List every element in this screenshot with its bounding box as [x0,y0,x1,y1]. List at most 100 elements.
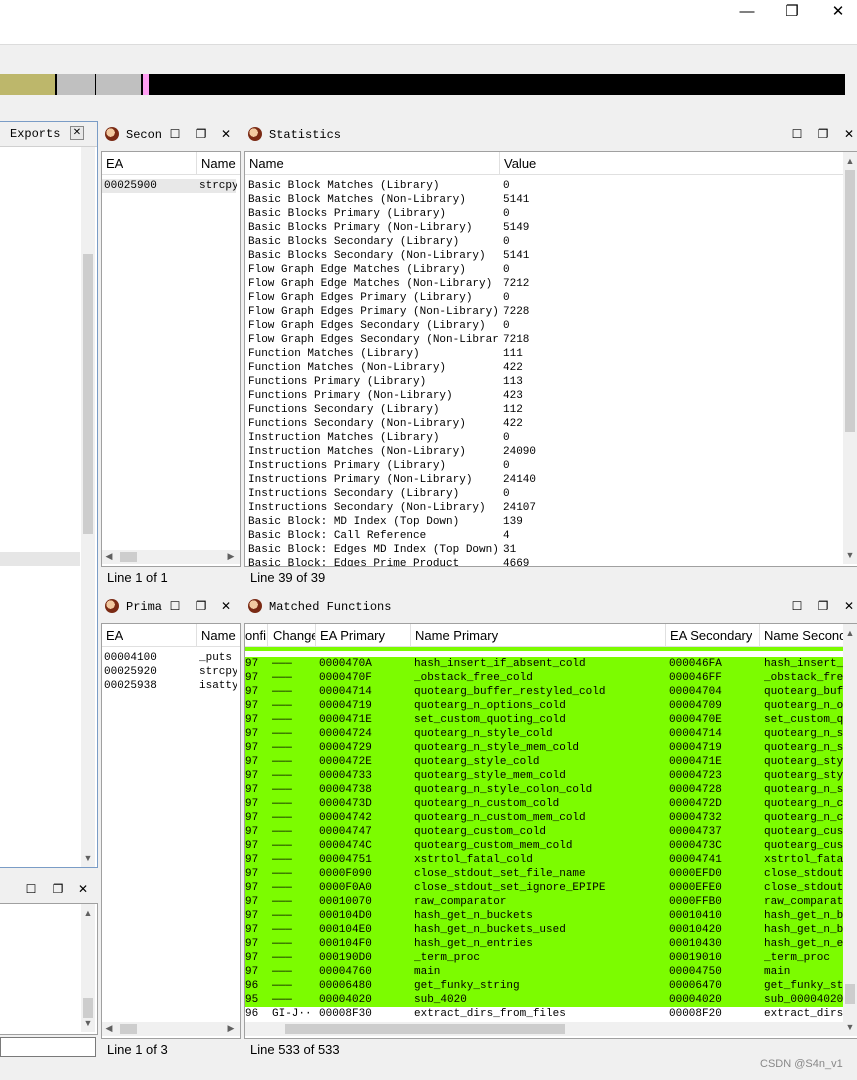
column-ea[interactable]: EA [106,628,123,643]
table-row[interactable]: Basic Block: Call Reference 4 [245,529,843,543]
table-row[interactable]: 97 ——— 0000F090 close_stdout_set_file_name 0… [245,867,845,881]
exports-close-icon[interactable]: ✕ [70,126,84,140]
scroll-up-icon[interactable]: ▲ [81,908,95,918]
table-row[interactable]: Basic Block: MD Index (Top Down) 139 [245,515,843,529]
bottom-left-input[interactable] [0,1037,96,1057]
exports-selected-row[interactable] [0,552,80,566]
scroll-left-icon[interactable]: ◀ [102,551,116,562]
table-row[interactable]: Basic Block: Edges MD Index (Top Down) 31 [245,543,843,557]
maximize-icon[interactable]: ☐ [790,127,804,141]
secondary-hscroll[interactable]: ◀ ▶ [102,550,240,564]
matched-vscroll[interactable]: ▲ ▼ [843,624,857,1036]
scroll-down-icon[interactable]: ▼ [843,550,857,560]
table-row[interactable]: Basic Blocks Primary (Library) 0 [245,207,843,221]
close-icon[interactable]: ✕ [842,127,856,141]
float-icon[interactable]: ❐ [194,127,208,141]
column-name[interactable]: Name [201,156,236,171]
table-row[interactable]: Basic Block Matches (Non-Library) 5141 [245,193,843,207]
table-row[interactable]: Flow Graph Edges Primary (Library) 0 [245,291,843,305]
scroll-down-icon[interactable]: ▼ [81,1018,95,1028]
table-row[interactable]: 97 ——— 000190D0 _term_proc 00019010 _term_pro… [245,951,845,965]
float-icon[interactable]: ❐ [194,599,208,613]
table-row[interactable]: Instructions Primary (Non-Library) 24140 [245,473,843,487]
bottom-left-vscroll[interactable]: ▲ ▼ [81,904,95,1032]
scroll-right-icon[interactable]: ▶ [224,551,238,562]
table-row[interactable]: 97 ——— 0000470F _obstack_free_cold 000046FF _… [245,671,845,685]
float-icon[interactable]: ❐ [816,599,830,613]
table-row[interactable]: 00025900 strcpy [102,179,237,193]
scroll-up-icon[interactable]: ▲ [843,628,857,638]
exports-scroll-thumb[interactable] [83,254,93,534]
table-row[interactable]: 96 ——— 00006480 get_funky_string 00006470 get… [245,979,845,993]
table-row[interactable]: 00025920 strcpy [102,665,237,679]
column-name[interactable]: Name [201,628,236,643]
statistics-vscroll[interactable]: ▲ ▼ [843,152,857,564]
table-row[interactable]: 97 ——— 000104E0 hash_get_n_buckets_used 0001… [245,923,845,937]
maximize-icon[interactable]: ☐ [790,599,804,613]
scroll-right-icon[interactable]: ▶ [224,1023,238,1034]
scroll-left-icon[interactable]: ◀ [102,1023,116,1034]
table-row[interactable]: Basic Blocks Secondary (Non-Library) 5141 [245,249,843,263]
table-row[interactable]: Instruction Matches (Library) 0 [245,431,843,445]
column-name[interactable]: Name [249,156,284,171]
column-name-primary[interactable]: Name Primary [415,628,498,643]
table-row[interactable]: Basic Blocks Primary (Non-Library) 5149 [245,221,843,235]
table-row[interactable]: Functions Primary (Library) 113 [245,375,843,389]
float-icon[interactable]: ❐ [816,127,830,141]
table-row[interactable]: 97 ——— 0000474C quotearg_custom_mem_cold 000… [245,839,845,853]
table-row[interactable]: Function Matches (Non-Library) 422 [245,361,843,375]
maximize-icon[interactable]: ☐ [168,127,182,141]
table-row[interactable]: Instructions Primary (Library) 0 [245,459,843,473]
maximize-icon[interactable]: ☐ [168,599,182,613]
table-row[interactable]: 97 ——— 00010070 raw_comparator 0000FFB0 raw_c… [245,895,845,909]
scroll-down-icon[interactable]: ▼ [843,1022,857,1032]
table-row[interactable]: 95 ——— 00004020 sub_4020 00004020 sub_0000402… [245,993,845,1007]
table-row[interactable]: Flow Graph Edges Secondary (Library) 0 [245,319,843,333]
table-row[interactable]: Flow Graph Edge Matches (Library) 0 [245,263,843,277]
float-icon[interactable]: ❐ [51,882,65,896]
close-button[interactable]: ✕ [826,2,850,22]
maximize-button[interactable]: ❐ [780,2,804,22]
navigation-band[interactable] [0,74,845,95]
table-row[interactable]: 97 ——— 0000471E set_custom_quoting_cold 0000… [245,713,845,727]
column-confidence[interactable]: onfi [245,628,266,643]
table-row[interactable]: Flow Graph Edges Primary (Non-Library) 72… [245,305,843,319]
table-row[interactable]: 97 ——— 00004760 main 00004750 main [245,965,845,979]
close-icon[interactable]: ✕ [76,882,90,896]
table-row[interactable]: 00004100 _puts [102,651,236,665]
table-row[interactable]: 97 ——— 0000472E quotearg_style_cold 0000471E… [245,755,845,769]
column-name-secondary[interactable]: Name Second [764,628,844,643]
table-row[interactable]: 97 ——— 00004742 quotearg_n_custom_mem_cold 0… [245,811,845,825]
table-row[interactable]: 97 ——— 00004751 xstrtol_fatal_cold 00004741 x… [245,853,845,867]
scroll-thumb[interactable] [845,984,855,1004]
table-row[interactable]: 97 ——— 000104F0 hash_get_n_entries 00010430 h… [245,937,845,951]
scroll-thumb[interactable] [285,1024,565,1034]
scroll-thumb[interactable] [845,170,855,432]
scroll-thumb[interactable] [120,1024,137,1034]
table-row[interactable]: 97 ——— 0000470A hash_insert_if_absent_cold 0… [245,657,845,671]
primary-hscroll[interactable]: ◀ ▶ [102,1022,240,1036]
table-row[interactable]: Basic Block: Edges Prime Product 4669 [245,557,843,566]
table-row[interactable]: Functions Secondary (Library) 112 [245,403,843,417]
table-row[interactable]: Function Matches (Library) 111 [245,347,843,361]
table-row[interactable]: 97 ——— 00004747 quotearg_custom_cold 0000473… [245,825,845,839]
table-row[interactable]: Functions Primary (Non-Library) 423 [245,389,843,403]
column-ea-primary[interactable]: EA Primary [320,628,385,643]
table-row[interactable]: 96 GI-J··· 00008F30 extract_dirs_from_files… [245,1007,845,1021]
matched-hscroll[interactable] [245,1022,843,1036]
table-row[interactable]: Instructions Secondary (Non-Library) 2410… [245,501,843,515]
table-row[interactable]: Functions Secondary (Non-Library) 422 [245,417,843,431]
close-icon[interactable]: ✕ [842,599,856,613]
table-row[interactable]: 97 ——— 0000F0A0 close_stdout_set_ignore_EPI… [245,881,845,895]
table-row[interactable]: 97 ——— 00004729 quotearg_n_style_mem_cold 00… [245,741,845,755]
minimize-button[interactable]: — [735,2,759,22]
table-row[interactable]: 97 ——— 00004719 quotearg_n_options_cold 0000… [245,699,845,713]
table-row[interactable]: 97 ——— 00004724 quotearg_n_style_cold 000047… [245,727,845,741]
column-value[interactable]: Value [504,156,536,171]
table-row[interactable]: 00025938 isatty [102,679,237,693]
table-row[interactable]: 97 ——— 000104D0 hash_get_n_buckets 00010410 h… [245,909,845,923]
table-row[interactable]: Instructions Secondary (Library) 0 [245,487,843,501]
close-icon[interactable]: ✕ [219,599,233,613]
table-row[interactable]: Basic Block Matches (Library) 0 [245,179,843,193]
scroll-up-icon[interactable]: ▲ [843,156,857,166]
